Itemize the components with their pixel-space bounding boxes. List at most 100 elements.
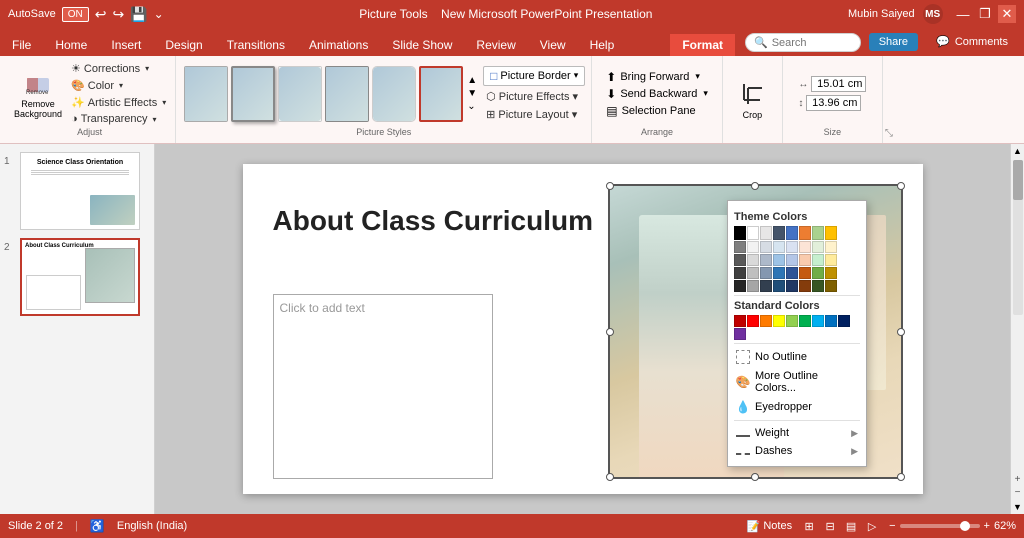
scroll-track[interactable] [1013,160,1023,315]
reading-view-button[interactable]: ▤ [842,518,860,534]
text-box[interactable]: Click to add text [273,294,493,479]
dashes-button[interactable]: Dashes ▶ [734,442,860,460]
theme-shade-5-2[interactable] [786,254,798,266]
corrections-button[interactable]: ☀ Corrections ▾ [68,61,169,76]
style-thumb-1[interactable] [184,66,228,122]
style-thumb-6[interactable] [419,66,463,122]
theme-color-green[interactable] [812,226,824,240]
theme-shade-1-3[interactable] [734,267,746,279]
styles-more[interactable]: ⌄ [467,101,477,112]
styles-scroll-down[interactable]: ▼ [467,88,477,99]
transparency-button[interactable]: ◑ Transparency ▾ [68,112,169,126]
handle-bm[interactable] [751,473,759,481]
theme-color-blue[interactable] [786,226,798,240]
picture-effects-button[interactable]: ⬡ Picture Effects ▾ [483,89,585,104]
autosave-badge[interactable]: ON [62,7,89,22]
comments-button[interactable]: 💬 Comments [926,32,1018,51]
tab-design[interactable]: Design [153,34,214,56]
width-input[interactable] [811,76,866,92]
theme-shade-8-4[interactable] [825,280,837,292]
slideshow-button[interactable]: ▷ [863,518,881,534]
std-color-7[interactable] [812,315,824,327]
zoom-in-button[interactable]: + [984,520,990,532]
zoom-slider[interactable] [900,524,980,528]
normal-view-button[interactable]: ⊞ [800,518,818,534]
std-color-3[interactable] [760,315,772,327]
scroll-thumb[interactable] [1013,160,1023,200]
tab-slideshow[interactable]: Slide Show [380,34,464,56]
theme-color-navy[interactable] [773,226,785,240]
height-input[interactable] [806,95,861,111]
theme-shade-3-3[interactable] [760,267,772,279]
theme-shade-4-2[interactable] [773,254,785,266]
handle-ml[interactable] [606,328,614,336]
handle-mr[interactable] [897,328,905,336]
theme-shade-8-3[interactable] [825,267,837,279]
artistic-effects-button[interactable]: ✨ Artistic Effects ▾ [68,95,169,110]
handle-br[interactable] [897,473,905,481]
tab-format[interactable]: Format [670,34,735,56]
theme-shade-2-2[interactable] [747,254,759,266]
tab-file[interactable]: File [0,34,43,56]
crop-button[interactable]: Crop [732,76,772,122]
theme-shade-2-3[interactable] [747,267,759,279]
color-button[interactable]: 🎨 Color ▾ [68,78,169,93]
selection-pane-button[interactable]: ▤ Selection Pane [602,103,712,119]
theme-shade-3-2[interactable] [760,254,772,266]
theme-shade-5-1[interactable] [786,241,798,253]
theme-shade-4-3[interactable] [773,267,785,279]
theme-shade-6-1[interactable] [799,241,811,253]
slide-thumb-2[interactable]: 2 About Class Curriculum [4,238,150,316]
std-color-4[interactable] [773,315,785,327]
std-color-1[interactable] [734,315,746,327]
handle-tr[interactable] [897,182,905,190]
theme-shade-1-4[interactable] [734,280,746,292]
theme-shade-7-2[interactable] [812,254,824,266]
tab-transitions[interactable]: Transitions [215,34,297,56]
tab-animations[interactable]: Animations [297,34,380,56]
zoom-down-button[interactable]: − [1015,487,1021,498]
styles-scroll-up[interactable]: ▲ [467,75,477,86]
theme-shade-7-4[interactable] [812,280,824,292]
ribbon-expand[interactable]: ⤡ [883,56,895,143]
search-input[interactable] [772,37,852,49]
theme-shade-4-1[interactable] [773,241,785,253]
remove-background-button[interactable]: Remove RemoveBackground [10,66,66,122]
weight-button[interactable]: Weight ▶ [734,424,860,442]
handle-tm[interactable] [751,182,759,190]
theme-shade-6-2[interactable] [799,254,811,266]
customize-icon[interactable]: ⌄ [154,7,164,21]
std-color-2[interactable] [747,315,759,327]
theme-shade-1-1[interactable] [734,241,746,253]
restore-button[interactable]: ❐ [976,5,994,23]
std-color-8[interactable] [825,315,837,327]
style-thumb-5[interactable] [372,66,416,122]
zoom-out-button[interactable]: − [889,520,895,532]
theme-color-white[interactable] [747,226,759,240]
style-thumb-3[interactable] [278,66,322,122]
theme-shade-1-2[interactable] [734,254,746,266]
tab-help[interactable]: Help [578,34,627,56]
right-scrollbar[interactable]: ▲ + − ▼ [1010,144,1024,514]
theme-shade-2-4[interactable] [747,280,759,292]
theme-shade-6-3[interactable] [799,267,811,279]
theme-shade-3-1[interactable] [760,241,772,253]
picture-layout-button[interactable]: ⊞ Picture Layout ▾ [483,107,585,122]
tab-view[interactable]: View [528,34,578,56]
slide-thumb-1[interactable]: 1 Science Class Orientation [4,152,150,230]
undo-icon[interactable]: ↩ [95,6,107,23]
save-icon[interactable]: 💾 [130,6,147,23]
std-color-6[interactable] [799,315,811,327]
theme-shade-5-3[interactable] [786,267,798,279]
theme-shade-6-4[interactable] [799,280,811,292]
bring-forward-button[interactable]: ⬆ Bring Forward ▾ [602,69,712,85]
share-button[interactable]: Share [869,33,918,51]
scroll-down-button[interactable]: ▼ [1011,500,1024,514]
notes-button[interactable]: 📝 Notes [747,520,792,533]
eyedropper-button[interactable]: 💧 Eyedropper [734,397,860,417]
slide-sorter-button[interactable]: ⊟ [821,518,839,534]
theme-shade-5-4[interactable] [786,280,798,292]
close-button[interactable]: ✕ [998,5,1016,23]
tab-review[interactable]: Review [464,34,527,56]
tab-home[interactable]: Home [43,34,99,56]
